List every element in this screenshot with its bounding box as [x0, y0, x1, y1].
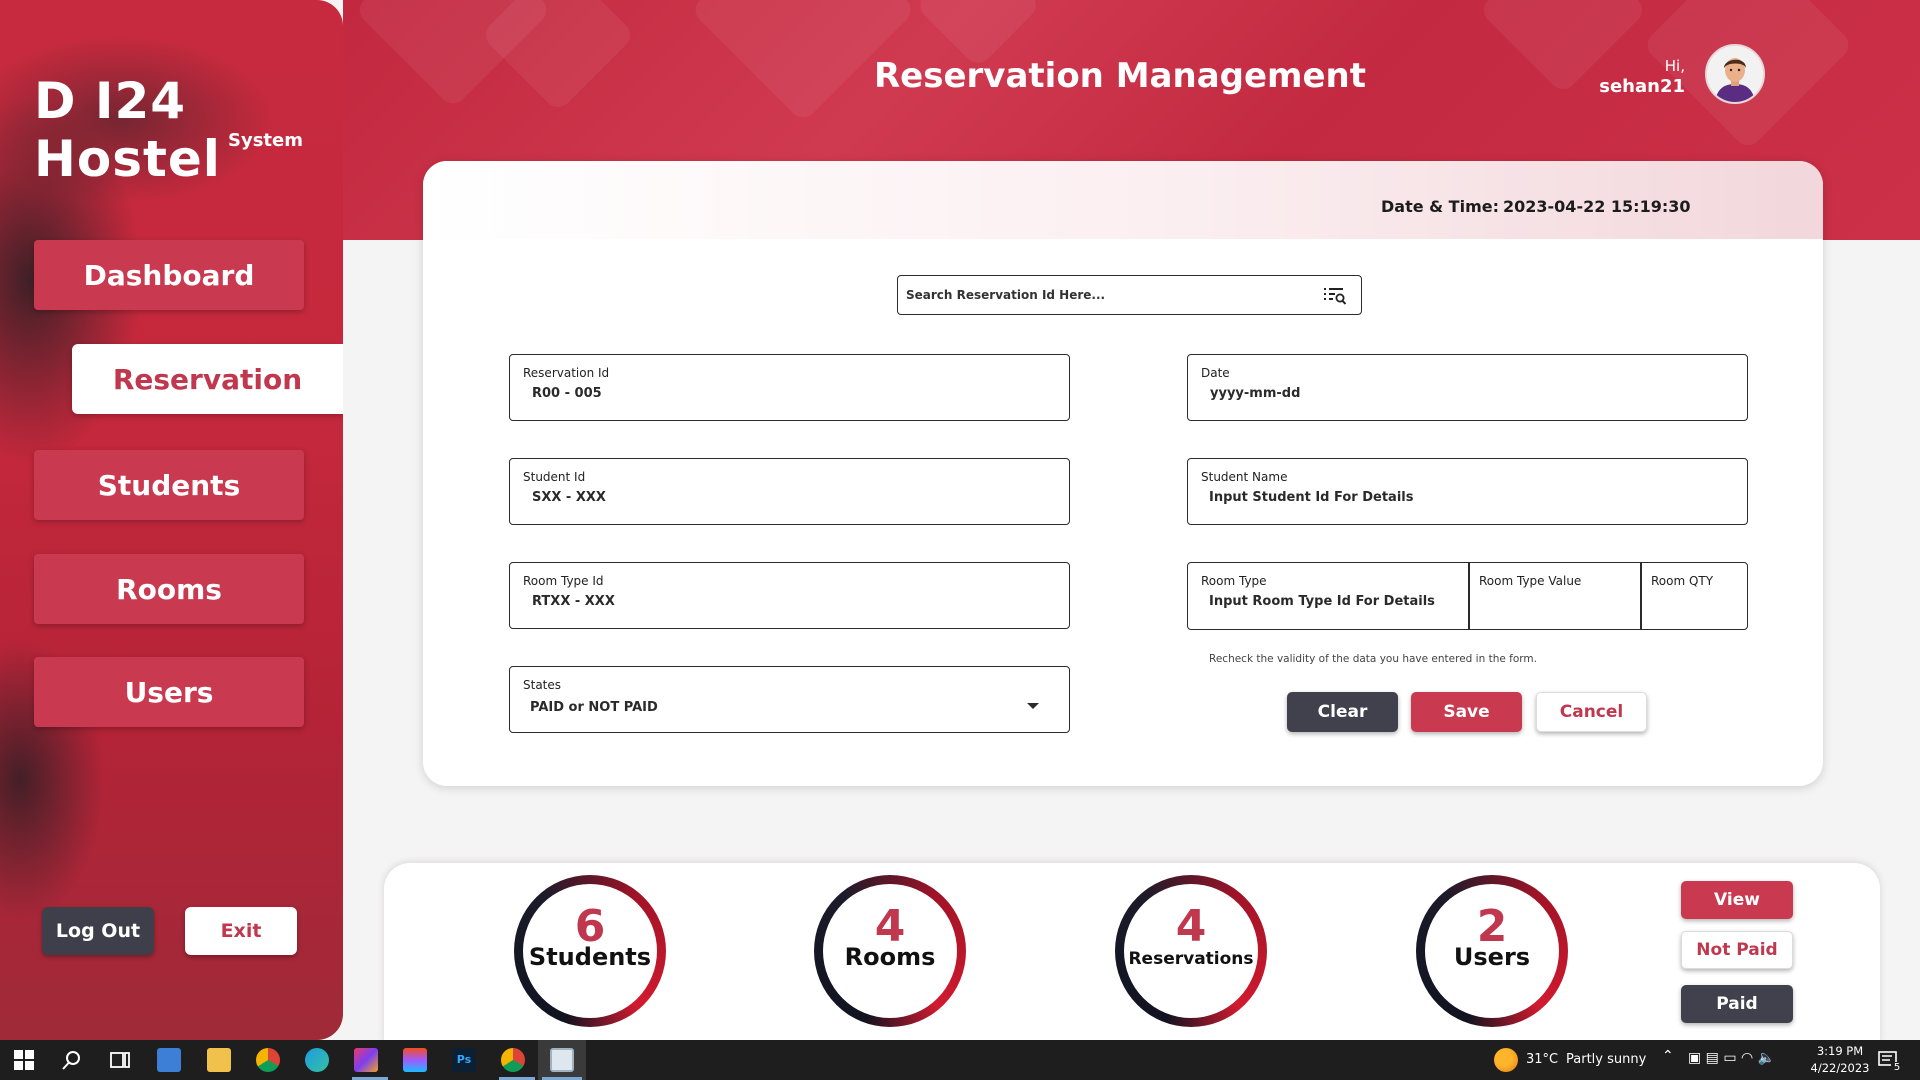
reservation-id-field[interactable]: Reservation Id R00 - 005	[509, 354, 1070, 421]
field-value[interactable]: RTXX - XXX	[532, 594, 615, 609]
file-explorer-icon[interactable]	[207, 1048, 231, 1072]
datetime-label: Date & Time:	[1381, 197, 1499, 216]
search-box[interactable]	[897, 275, 1362, 315]
room-qty-label: Room QTY	[1651, 574, 1714, 588]
notification-count: 5	[1891, 1062, 1903, 1076]
desktop-app-icon[interactable]	[157, 1048, 181, 1072]
greeting-text: Hi,	[1664, 57, 1685, 75]
paid-button[interactable]: Paid	[1681, 985, 1793, 1023]
stat-label: Reservations	[1128, 949, 1254, 969]
field-label: Reservation Id	[523, 366, 610, 380]
validation-hint: Recheck the validity of the data you hav…	[1209, 653, 1537, 665]
field-value: Input Student Id For Details	[1209, 490, 1414, 505]
edge-icon[interactable]	[305, 1048, 329, 1072]
stat-label: Students	[528, 943, 652, 971]
room-type-label: Room Type	[1201, 574, 1267, 588]
stat-students: 6 Students	[514, 875, 666, 1027]
sidebar-item-rooms[interactable]: Rooms	[34, 554, 304, 624]
weather-temp[interactable]: 31°C	[1526, 1052, 1558, 1067]
exit-button[interactable]: Exit	[185, 907, 297, 955]
intellij-icon[interactable]	[354, 1048, 378, 1072]
tray-icons[interactable]: ▣ ▤ ▭ ◠ 🔈	[1688, 1050, 1775, 1066]
logout-button[interactable]: Log Out	[42, 907, 154, 955]
view-button[interactable]: View	[1681, 881, 1793, 919]
stat-users: 2 Users	[1416, 875, 1568, 1027]
stat-rooms: 4 Rooms	[814, 875, 966, 1027]
search-icon[interactable]	[60, 1048, 84, 1072]
user-greeting: Hi, sehan21	[1599, 56, 1685, 98]
field-value[interactable]: PAID or NOT PAID	[530, 700, 658, 715]
student-name-field[interactable]: Student Name Input Student Id For Detail…	[1187, 458, 1748, 525]
clock-time[interactable]: 3:19 PM	[1810, 1044, 1870, 1058]
reservation-form-card: Date & Time: 2023-04-22 15:19:30 Reserva…	[423, 161, 1823, 786]
room-type-group: Room Type Input Room Type Id For Details…	[1187, 562, 1748, 630]
field-label: States	[523, 678, 562, 692]
sidebar-item-users[interactable]: Users	[34, 657, 304, 727]
search-list-icon[interactable]	[1323, 286, 1347, 306]
brand-subtitle: System	[228, 130, 303, 151]
field-label: Date	[1201, 366, 1230, 380]
save-button[interactable]: Save	[1411, 692, 1522, 732]
weather-desc[interactable]: Partly sunny	[1566, 1052, 1646, 1067]
photoshop-icon[interactable]: Ps	[452, 1048, 476, 1072]
stat-label: Rooms	[844, 943, 936, 971]
room-type-value-text: Input Room Type Id For Details	[1209, 594, 1435, 609]
field-label: Student Name	[1201, 470, 1288, 484]
sidebar-item-reservation[interactable]: Reservation	[72, 344, 343, 414]
figma-icon[interactable]	[403, 1048, 427, 1072]
avatar[interactable]	[1705, 44, 1765, 104]
divider	[1640, 563, 1642, 629]
datetime-value: 2023-04-22 15:19:30	[1503, 197, 1691, 216]
room-type-id-field[interactable]: Room Type Id RTXX - XXX	[509, 562, 1070, 629]
task-view-icon[interactable]	[108, 1048, 132, 1072]
field-label: Room Type Id	[523, 574, 604, 588]
chrome-profile-icon[interactable]	[501, 1048, 525, 1072]
weather-icon[interactable]	[1494, 1048, 1518, 1072]
sidebar-item-students[interactable]: Students	[34, 450, 304, 520]
sidebar: D I24 Hostel System Dashboard Reservatio…	[0, 0, 343, 1040]
field-value[interactable]: yyyy-mm-dd	[1210, 386, 1300, 401]
chevron-up-icon[interactable]: ⌃	[1662, 1048, 1674, 1064]
stat-count: 4	[1175, 901, 1207, 952]
user-avatar-icon	[1707, 46, 1763, 102]
field-label: Student Id	[523, 470, 586, 484]
states-select[interactable]: States PAID or NOT PAID	[509, 666, 1070, 733]
stat-reservations: 4 Reservations	[1115, 875, 1267, 1027]
chrome-icon[interactable]	[256, 1048, 280, 1072]
windows-start-icon[interactable]	[12, 1048, 36, 1072]
not-paid-button[interactable]: Not Paid	[1681, 931, 1793, 969]
student-id-field[interactable]: Student Id SXX - XXX	[509, 458, 1070, 525]
stat-label: Users	[1453, 943, 1531, 971]
clock-date[interactable]: 4/22/2023	[1806, 1061, 1874, 1075]
room-type-value-label: Room Type Value	[1479, 574, 1582, 588]
field-value[interactable]: SXX - XXX	[532, 490, 606, 505]
search-input[interactable]	[906, 282, 1306, 308]
taskbar: Ps 31°C Partly sunny ⌃ ▣ ▤ ▭ ◠ 🔈 3:19 PM…	[0, 1040, 1920, 1080]
date-field[interactable]: Date yyyy-mm-dd	[1187, 354, 1748, 421]
chevron-down-icon[interactable]	[1027, 703, 1039, 709]
field-value[interactable]: R00 - 005	[532, 386, 602, 401]
java-app-icon[interactable]	[550, 1048, 574, 1072]
divider	[1468, 563, 1470, 629]
sidebar-item-dashboard[interactable]: Dashboard	[34, 240, 304, 310]
stats-panel: 6 Students 4 Rooms 4 Reservations 2 User…	[384, 863, 1880, 1063]
cancel-button[interactable]: Cancel	[1536, 692, 1647, 732]
username: sehan21	[1599, 76, 1685, 97]
clear-button[interactable]: Clear	[1287, 692, 1398, 732]
page-title: Reservation Management	[874, 56, 1366, 96]
